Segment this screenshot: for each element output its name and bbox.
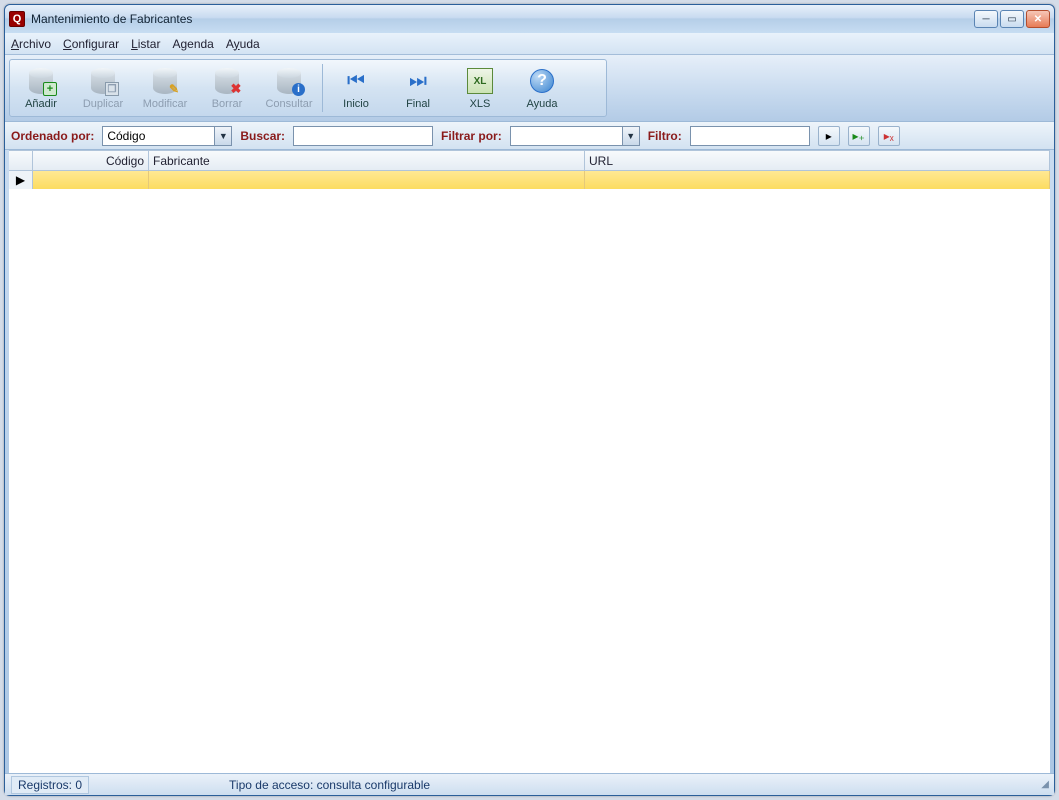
help-label: Ayuda <box>527 98 558 110</box>
search-label: Buscar: <box>240 129 285 143</box>
add-button[interactable]: + Añadir <box>10 60 72 116</box>
database-plus-icon: + <box>26 66 56 96</box>
menu-ayuda[interactable]: Ayuda <box>226 37 260 51</box>
last-label: Final <box>406 98 430 110</box>
database-delete-icon: ✖ <box>212 66 242 96</box>
menu-listar[interactable]: Listar <box>131 37 160 51</box>
col-url[interactable]: URL <box>585 151 1050 170</box>
sort-label: Ordenado por: <box>11 129 94 143</box>
grid-header: Código Fabricante URL <box>9 151 1050 171</box>
window-controls: ─ ▭ ✕ <box>974 10 1050 28</box>
xls-icon: XL <box>465 66 495 96</box>
toolbar-container: + Añadir ❐ Duplicar ✎ Modificar ✖ Borrar… <box>5 55 1054 122</box>
status-records: Registros: 0 <box>11 776 89 794</box>
maximize-button[interactable]: ▭ <box>1000 10 1024 28</box>
filterby-label: Filtrar por: <box>441 129 502 143</box>
statusbar: Registros: 0 Tipo de acceso: consulta co… <box>5 773 1054 795</box>
toolbar-separator <box>322 64 323 112</box>
close-icon: ✕ <box>1034 14 1042 25</box>
grid-body[interactable]: ▶ <box>9 171 1050 773</box>
filter-label: Filtro: <box>648 129 682 143</box>
cell-fabricante <box>149 171 585 189</box>
resize-grip-icon[interactable]: ◢ <box>1041 779 1048 790</box>
menu-agenda[interactable]: Agenda <box>172 37 213 51</box>
menu-archivo[interactable]: AArchivorchivo <box>11 37 51 51</box>
modify-button[interactable]: ✎ Modificar <box>134 60 196 116</box>
menubar: AArchivorchivo Configurar Listar Agenda … <box>5 33 1054 55</box>
search-input[interactable] <box>293 126 433 146</box>
cell-codigo <box>33 171 149 189</box>
toolbar: + Añadir ❐ Duplicar ✎ Modificar ✖ Borrar… <box>9 59 607 117</box>
help-icon: ? <box>527 66 557 96</box>
delete-label: Borrar <box>212 98 243 110</box>
cell-url <box>585 171 1050 189</box>
app-icon: Q <box>9 11 25 27</box>
filter-apply-button[interactable]: ▸ <box>818 126 840 146</box>
filter-add-button[interactable]: ▸₊ <box>848 126 870 146</box>
funnel-icon: ▸ <box>826 129 832 143</box>
titlebar: Q Mantenimiento de Fabricantes ─ ▭ ✕ <box>5 5 1054 33</box>
minimize-icon: ─ <box>982 14 989 25</box>
duplicate-label: Duplicar <box>83 98 123 110</box>
maximize-icon: ▭ <box>1007 14 1016 25</box>
row-marker-icon: ▶ <box>9 171 33 189</box>
funnel-plus-icon: ▸₊ <box>853 129 865 143</box>
col-codigo[interactable]: Código <box>33 151 149 170</box>
first-icon: ⏮ <box>341 66 371 96</box>
last-icon: ⏭ <box>403 66 433 96</box>
filter-clear-button[interactable]: ▸ₓ <box>878 126 900 146</box>
minimize-button[interactable]: ─ <box>974 10 998 28</box>
consult-button[interactable]: i Consultar <box>258 60 320 116</box>
close-button[interactable]: ✕ <box>1026 10 1050 28</box>
modify-label: Modificar <box>143 98 188 110</box>
help-button[interactable]: ? Ayuda <box>511 60 573 116</box>
filter-input[interactable] <box>690 126 810 146</box>
status-access: Tipo de acceso: consulta configurable <box>229 778 430 792</box>
xls-label: XLS <box>470 98 491 110</box>
table-row[interactable]: ▶ <box>9 171 1050 189</box>
last-button[interactable]: ⏭ Final <box>387 60 449 116</box>
filterby-combo[interactable]: ▼ <box>510 126 640 146</box>
first-label: Inicio <box>343 98 369 110</box>
app-window: Q Mantenimiento de Fabricantes ─ ▭ ✕ AAr… <box>4 4 1055 796</box>
first-button[interactable]: ⏮ Inicio <box>325 60 387 116</box>
xls-button[interactable]: XL XLS <box>449 60 511 116</box>
menu-configurar[interactable]: Configurar <box>63 37 119 51</box>
grid-area: Código Fabricante URL ▶ <box>9 150 1050 773</box>
duplicate-button[interactable]: ❐ Duplicar <box>72 60 134 116</box>
col-fabricante[interactable]: Fabricante <box>149 151 585 170</box>
delete-button[interactable]: ✖ Borrar <box>196 60 258 116</box>
chevron-down-icon: ▼ <box>622 127 639 145</box>
consult-label: Consultar <box>265 98 312 110</box>
filter-bar: Ordenado por: Código ▼ Buscar: Filtrar p… <box>5 122 1054 150</box>
add-label: Añadir <box>25 98 57 110</box>
database-copy-icon: ❐ <box>88 66 118 96</box>
database-info-icon: i <box>274 66 304 96</box>
row-marker-header[interactable] <box>9 151 33 170</box>
chevron-down-icon: ▼ <box>214 127 231 145</box>
funnel-clear-icon: ▸ₓ <box>884 129 894 143</box>
database-pencil-icon: ✎ <box>150 66 180 96</box>
sort-value: Código <box>107 129 145 143</box>
window-title: Mantenimiento de Fabricantes <box>31 12 974 26</box>
sort-combo[interactable]: Código ▼ <box>102 126 232 146</box>
